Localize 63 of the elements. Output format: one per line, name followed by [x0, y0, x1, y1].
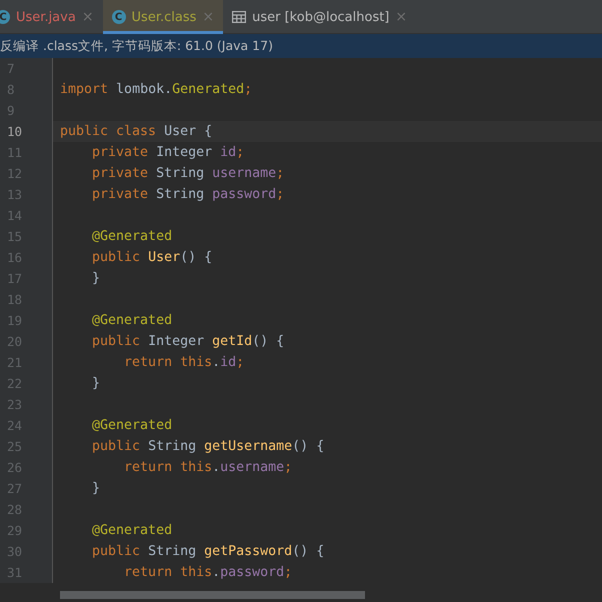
code-token: String: [155, 187, 206, 202]
code-token: getId: [212, 334, 252, 349]
code-token: public: [91, 544, 140, 559]
code-token: User: [148, 250, 180, 265]
code-token: @Generated: [91, 229, 172, 244]
code-token: id: [220, 355, 236, 370]
class-icon: C: [0, 10, 10, 24]
code-token: return this: [123, 355, 212, 370]
code-token: getPassword: [204, 544, 292, 559]
code-token: public: [91, 439, 140, 454]
code-token: String: [147, 544, 198, 559]
code-token: }: [91, 271, 100, 286]
code-token: .: [212, 460, 220, 475]
code-token: }: [91, 376, 100, 391]
code-token: () {: [292, 439, 324, 454]
code-token: return this: [123, 460, 212, 475]
code-token: username: [212, 166, 276, 181]
editor-tab[interactable]: C User.class ×: [102, 0, 224, 34]
code-token: String: [155, 166, 206, 181]
editor-tab[interactable]: C User.java ×: [0, 0, 103, 34]
code-token: private: [91, 145, 148, 160]
decompiled-notice: 反编译 .class文件, 字节码版本: 61.0 (Java 17): [0, 38, 273, 54]
close-icon[interactable]: ×: [395, 9, 408, 25]
code-token: id: [220, 145, 236, 160]
code-token: Integer: [147, 334, 206, 349]
code-token: public class: [60, 124, 156, 139]
code-token: username: [220, 460, 284, 475]
code-token: lombok.: [115, 82, 172, 97]
code-token: @Generated: [91, 418, 172, 433]
horizontal-scrollbar[interactable]: [60, 591, 365, 599]
code-token: ;: [284, 460, 292, 475]
code-token: String: [147, 439, 198, 454]
code-token: import: [60, 82, 108, 97]
code-token: Integer: [155, 145, 214, 160]
code-token: ;: [276, 166, 284, 181]
code-token: ;: [284, 565, 292, 580]
code-token: ;: [236, 355, 244, 370]
code-token: @Generated: [91, 523, 172, 538]
code-token: public: [91, 250, 142, 265]
code-token: ;: [244, 82, 252, 97]
code-token: ;: [236, 145, 244, 160]
class-icon: C: [112, 10, 126, 24]
code-token: private: [91, 166, 148, 181]
code-token: () {: [180, 250, 212, 265]
code-token: .: [212, 355, 220, 370]
code-token: private: [91, 187, 148, 202]
code-token: getUsername: [204, 439, 292, 454]
code-token: ;: [276, 187, 284, 202]
editor-tab[interactable]: user [kob@localhost] ×: [223, 0, 416, 34]
code-token: .: [212, 565, 220, 580]
code-token: Generated: [172, 82, 244, 97]
code-token: password: [220, 565, 284, 580]
code-token: () {: [252, 334, 284, 349]
code-token: @Generated: [91, 313, 172, 328]
code-token: User {: [163, 124, 212, 139]
code-token: public: [91, 334, 140, 349]
code-token: () {: [292, 544, 324, 559]
table-grid-icon: [232, 11, 246, 23]
close-icon[interactable]: ×: [82, 9, 94, 25]
code-token: return this: [123, 565, 212, 580]
line-number: 10: [6, 124, 22, 139]
code-token: password: [212, 187, 276, 202]
code-token: }: [91, 481, 100, 496]
